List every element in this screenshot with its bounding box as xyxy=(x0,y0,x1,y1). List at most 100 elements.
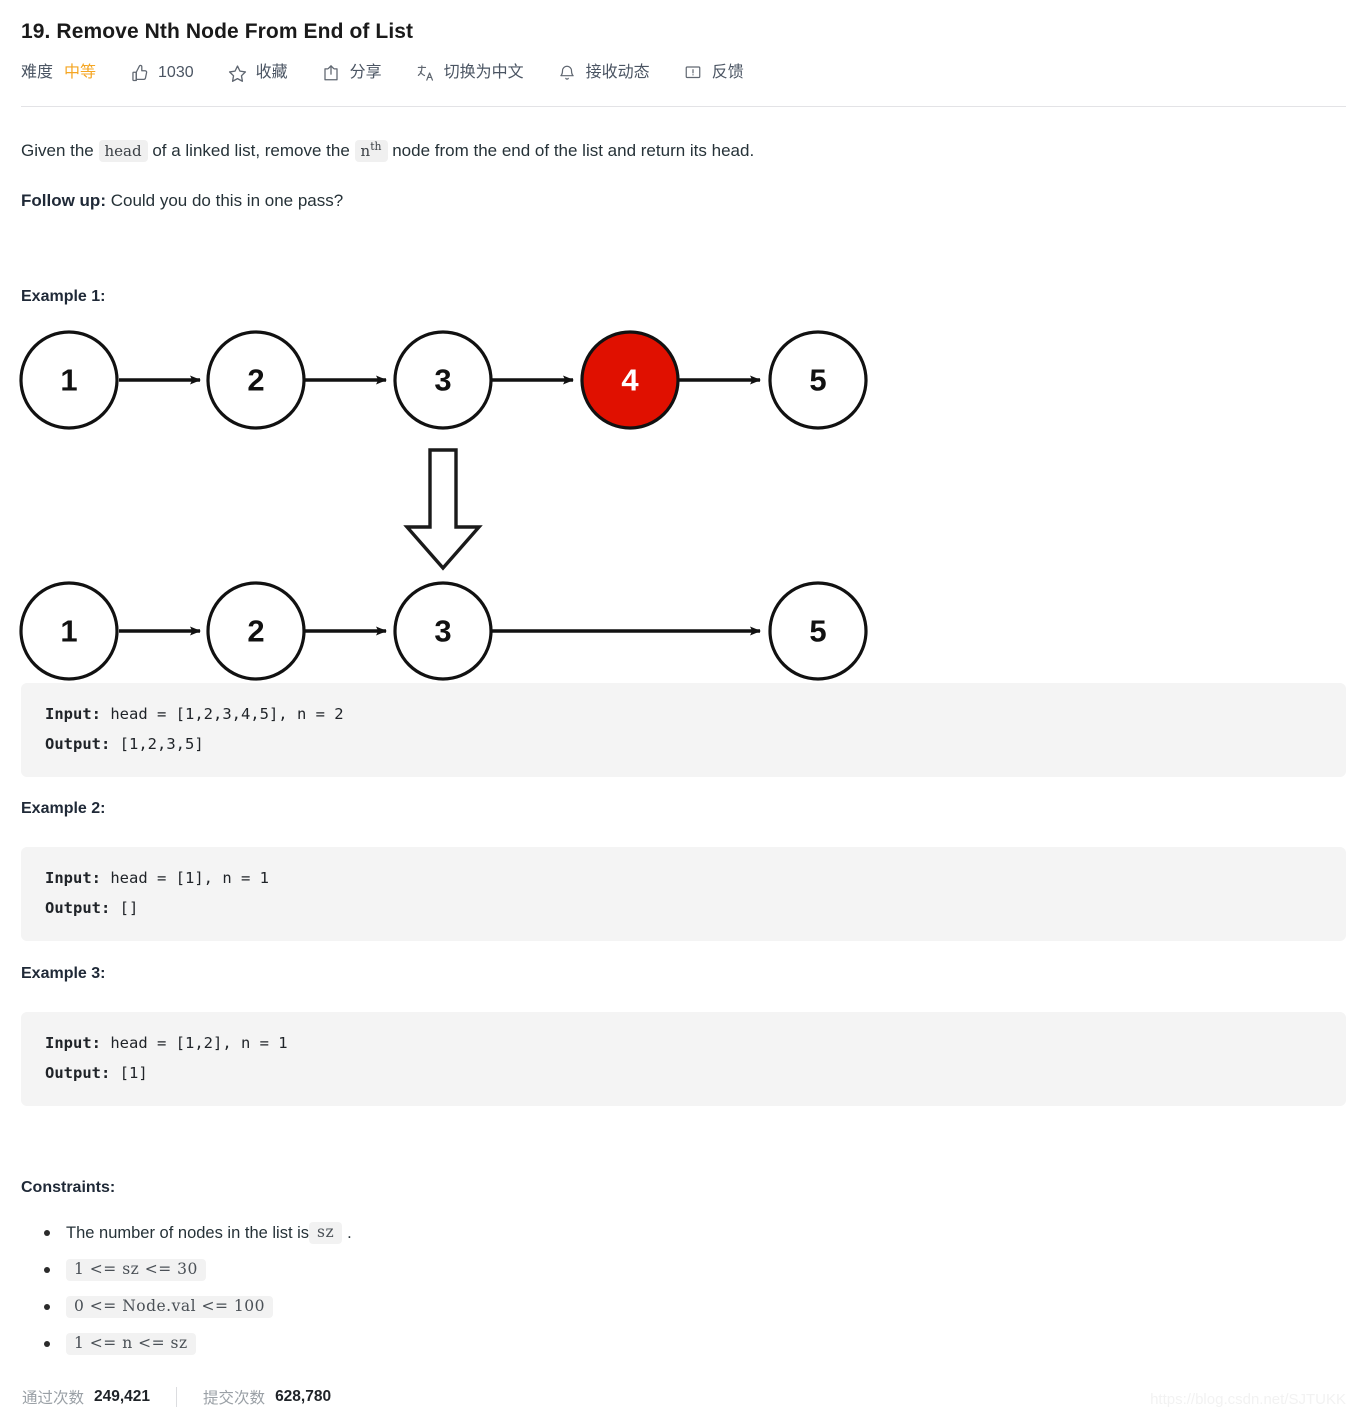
svg-text:1: 1 xyxy=(60,363,77,398)
difficulty-label: 难度 xyxy=(21,64,54,81)
input-value: head = [1,2,3,4,5], n = 2 xyxy=(101,705,344,723)
svg-text:2: 2 xyxy=(247,614,264,649)
share-label: 分享 xyxy=(349,64,382,81)
node-before-2: 2 xyxy=(206,330,306,430)
accepted-value: 249,421 xyxy=(94,1388,151,1405)
example-2-code: Input: head = [1], n = 1 Output: [] xyxy=(21,847,1346,942)
linked-list-svg: 1 2 3 4 5 1 2 3 5 xyxy=(19,330,868,681)
constraint-text-before: The number of nodes in the list is xyxy=(66,1223,310,1242)
problem-meta-bar: 难度 中等 1030 收藏 分享 切换为中文 接收动态 反馈 xyxy=(21,59,744,87)
input-label: Input: xyxy=(45,705,101,723)
example-1-output-line: Output: [1,2,3,5] xyxy=(45,729,1322,759)
inline-code-nth: nth xyxy=(354,140,388,162)
constraint-item: 1 <= sz <= 30 xyxy=(44,1259,921,1281)
submissions-label: 提交次数 xyxy=(203,1390,266,1407)
input-value: head = [1,2], n = 1 xyxy=(101,1034,288,1052)
example-3-heading: Example 3: xyxy=(21,965,106,982)
constraint-code: 1 <= sz <= 30 xyxy=(66,1259,206,1281)
subscribe-label: 接收动态 xyxy=(585,64,650,81)
difficulty-value: 中等 xyxy=(64,64,97,81)
constraint-code: 0 <= Node.val <= 100 xyxy=(66,1296,273,1318)
nth-base: n xyxy=(360,142,371,160)
like-button[interactable]: 1030 xyxy=(130,64,194,83)
stats-divider xyxy=(176,1387,178,1407)
svg-text:1: 1 xyxy=(60,614,77,649)
feedback-icon xyxy=(684,64,703,83)
constraint-text-after: . xyxy=(347,1223,352,1242)
translate-label: 切换为中文 xyxy=(443,64,524,81)
output-value: [1,2,3,5] xyxy=(110,735,204,754)
problem-stats: 通过次数 249,421 提交次数 628,780 xyxy=(22,1385,331,1409)
problem-page: 19. Remove Nth Node From End of List 难度 … xyxy=(0,0,1368,1421)
constraint-code: 1 <= n <= sz xyxy=(66,1333,196,1355)
output-label: Output: xyxy=(45,735,111,754)
example-3-code: Input: head = [1,2], n = 1 Output: [1] xyxy=(21,1012,1346,1107)
subscribe-button[interactable]: 接收动态 xyxy=(558,64,650,83)
inline-code-head: head xyxy=(98,140,148,162)
feedback-label: 反馈 xyxy=(711,64,744,81)
share-button[interactable]: 分享 xyxy=(322,64,382,83)
input-value: head = [1], n = 1 xyxy=(101,869,269,887)
constraint-item: The number of nodes in the list is sz. xyxy=(44,1222,921,1244)
share-icon xyxy=(322,64,341,83)
example-1-input-line: Input: head = [1,2,3,4,5], n = 2 xyxy=(45,699,1322,729)
svg-text:2: 2 xyxy=(247,363,264,398)
example-2-input-line: Input: head = [1], n = 1 xyxy=(45,863,1322,893)
submissions-value: 628,780 xyxy=(275,1388,332,1405)
example-2-output-line: Output: [] xyxy=(45,893,1322,923)
problem-description: Given the head of a linked list, remove … xyxy=(21,138,754,164)
header-divider xyxy=(21,106,1346,107)
example-3-output-line: Output: [1] xyxy=(45,1058,1322,1088)
example-2-heading: Example 2: xyxy=(21,800,106,817)
output-value: [] xyxy=(110,899,139,918)
example-1-code: Input: head = [1,2,3,4,5], n = 2 Output:… xyxy=(21,683,1346,778)
diagram-row-after: 1 2 3 5 xyxy=(19,581,868,681)
description-text-2: of a linked list, remove the xyxy=(147,141,355,160)
svg-text:5: 5 xyxy=(809,614,826,649)
page-title: 19. Remove Nth Node From End of List xyxy=(21,20,414,43)
bell-icon xyxy=(558,64,577,83)
svg-text:4: 4 xyxy=(621,363,639,398)
node-before-5: 5 xyxy=(768,330,868,430)
description-text-3: node from the end of the list and return… xyxy=(387,141,755,160)
accepted-label: 通过次数 xyxy=(22,1390,85,1407)
example-3-input-line: Input: head = [1,2], n = 1 xyxy=(45,1028,1322,1058)
node-after-1: 1 xyxy=(19,581,119,681)
constraint-item: 0 <= Node.val <= 100 xyxy=(44,1296,921,1318)
example-1-heading: Example 1: xyxy=(21,288,106,305)
linked-list-diagram: 1 2 3 4 5 1 2 3 5 xyxy=(0,318,900,683)
description-text-1: Given the xyxy=(21,141,99,160)
svg-text:3: 3 xyxy=(434,363,451,398)
node-before-1: 1 xyxy=(19,330,119,430)
transform-down-arrow xyxy=(403,448,483,571)
output-value: [1] xyxy=(110,1064,148,1083)
svg-text:5: 5 xyxy=(809,363,826,398)
constraint-item: 1 <= n <= sz xyxy=(44,1333,921,1355)
follow-up: Follow up: Could you do this in one pass… xyxy=(21,188,343,214)
star-icon xyxy=(228,64,247,83)
translate-button[interactable]: 切换为中文 xyxy=(416,64,524,83)
node-before-3: 3 xyxy=(393,330,493,430)
nth-suffix: th xyxy=(370,140,382,153)
input-label: Input: xyxy=(45,869,101,887)
feedback-button[interactable]: 反馈 xyxy=(684,64,744,83)
node-before-4-removed: 4 xyxy=(580,330,680,430)
like-count: 1030 xyxy=(158,64,194,81)
constraint-code: sz xyxy=(309,1222,343,1244)
output-label: Output: xyxy=(45,899,111,918)
difficulty-group: 难度 中等 xyxy=(21,65,96,81)
input-label: Input: xyxy=(45,1034,101,1052)
follow-up-text: Could you do this in one pass? xyxy=(105,191,344,210)
favorite-button[interactable]: 收藏 xyxy=(228,64,288,83)
constraints-heading: Constraints: xyxy=(21,1179,116,1196)
favorite-label: 收藏 xyxy=(255,64,288,81)
output-label: Output: xyxy=(45,1064,111,1083)
node-after-2: 2 xyxy=(206,581,306,681)
diagram-row-before: 1 2 3 4 5 xyxy=(19,330,868,430)
svg-text:3: 3 xyxy=(434,614,451,649)
watermark: https://blog.csdn.net/SJTUKK xyxy=(1150,1391,1346,1408)
thumbs-up-icon xyxy=(130,64,149,83)
translate-icon xyxy=(416,64,435,83)
follow-up-label: Follow up: xyxy=(21,191,106,210)
node-after-5: 5 xyxy=(768,581,868,681)
